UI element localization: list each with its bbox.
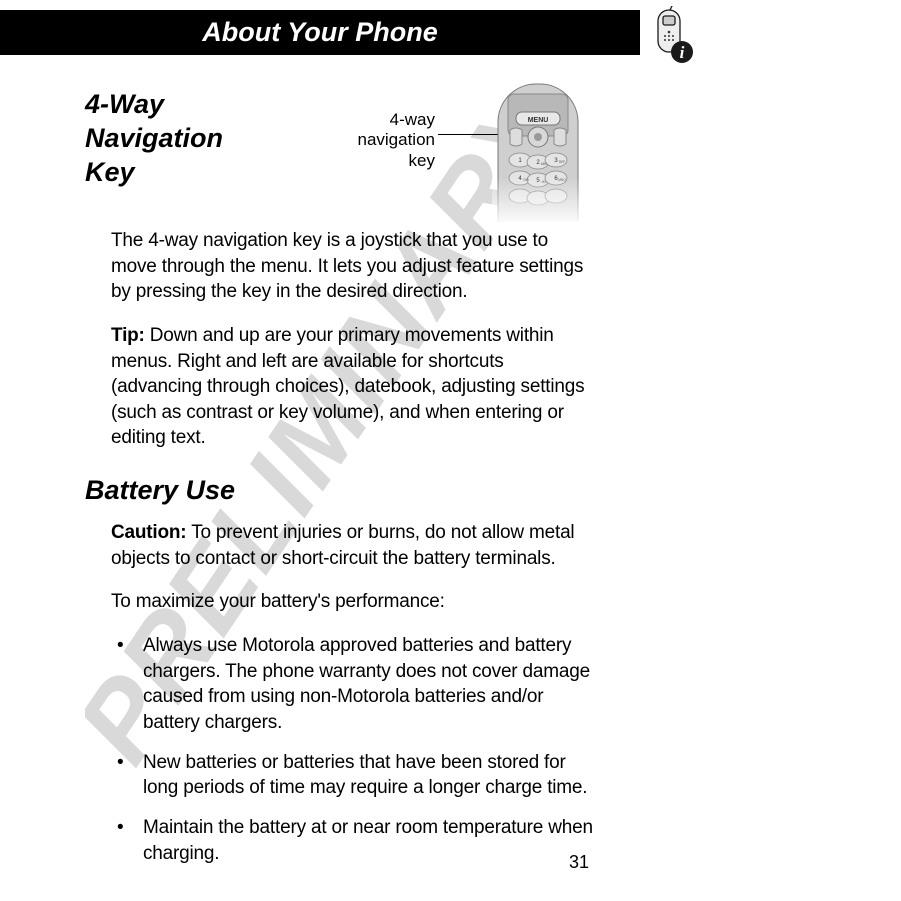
list-item: Always use Motorola approved batteries a… xyxy=(111,633,595,736)
diagram-leader-line xyxy=(438,134,500,135)
page-content: 4-Way Navigation Key 4-way navigation ke… xyxy=(85,82,595,880)
svg-text:i: i xyxy=(680,43,685,62)
document-page: About Your Phone i PRELIMINARY xyxy=(0,0,901,901)
diagram-label-line2: navigation xyxy=(357,130,435,149)
battery-bullet-list: Always use Motorola approved batteries a… xyxy=(111,633,595,866)
tip-label: Tip: xyxy=(111,325,145,346)
navkey-tip-paragraph: Tip: Down and up are your primary moveme… xyxy=(111,323,595,451)
chapter-header-bar: About Your Phone xyxy=(0,10,640,55)
chapter-title: About Your Phone xyxy=(202,17,438,47)
battery-intro-paragraph: To maximize your battery's performance: xyxy=(111,589,595,615)
list-item: New batteries or batteries that have bee… xyxy=(111,750,595,801)
diagram-label-line1: 4-way xyxy=(390,110,435,129)
info-phone-icon: i xyxy=(636,6,696,66)
svg-text:ABC: ABC xyxy=(541,162,548,166)
diagram-callout-label: 4-way navigation key xyxy=(357,110,435,171)
navkey-paragraph-1: The 4-way navigation key is a joystick t… xyxy=(111,228,595,305)
diagram-label-line3: key xyxy=(409,151,435,170)
tip-text: Down and up are your primary movements w… xyxy=(111,325,584,449)
phone-closeup-illustration: MENU xyxy=(492,82,585,222)
battery-caution-paragraph: Caution: To prevent injuries or burns, d… xyxy=(111,520,595,571)
section-heading-battery: Battery Use xyxy=(85,475,595,506)
navkey-diagram: 4-way navigation key xyxy=(265,82,595,222)
svg-text:MENU: MENU xyxy=(528,117,549,124)
section-heading-navkey: 4-Way Navigation Key xyxy=(85,82,265,189)
list-item: Maintain the battery at or near room tem… xyxy=(111,815,595,866)
svg-text:DEF: DEF xyxy=(559,160,565,164)
caution-label: Caution: xyxy=(111,522,186,543)
